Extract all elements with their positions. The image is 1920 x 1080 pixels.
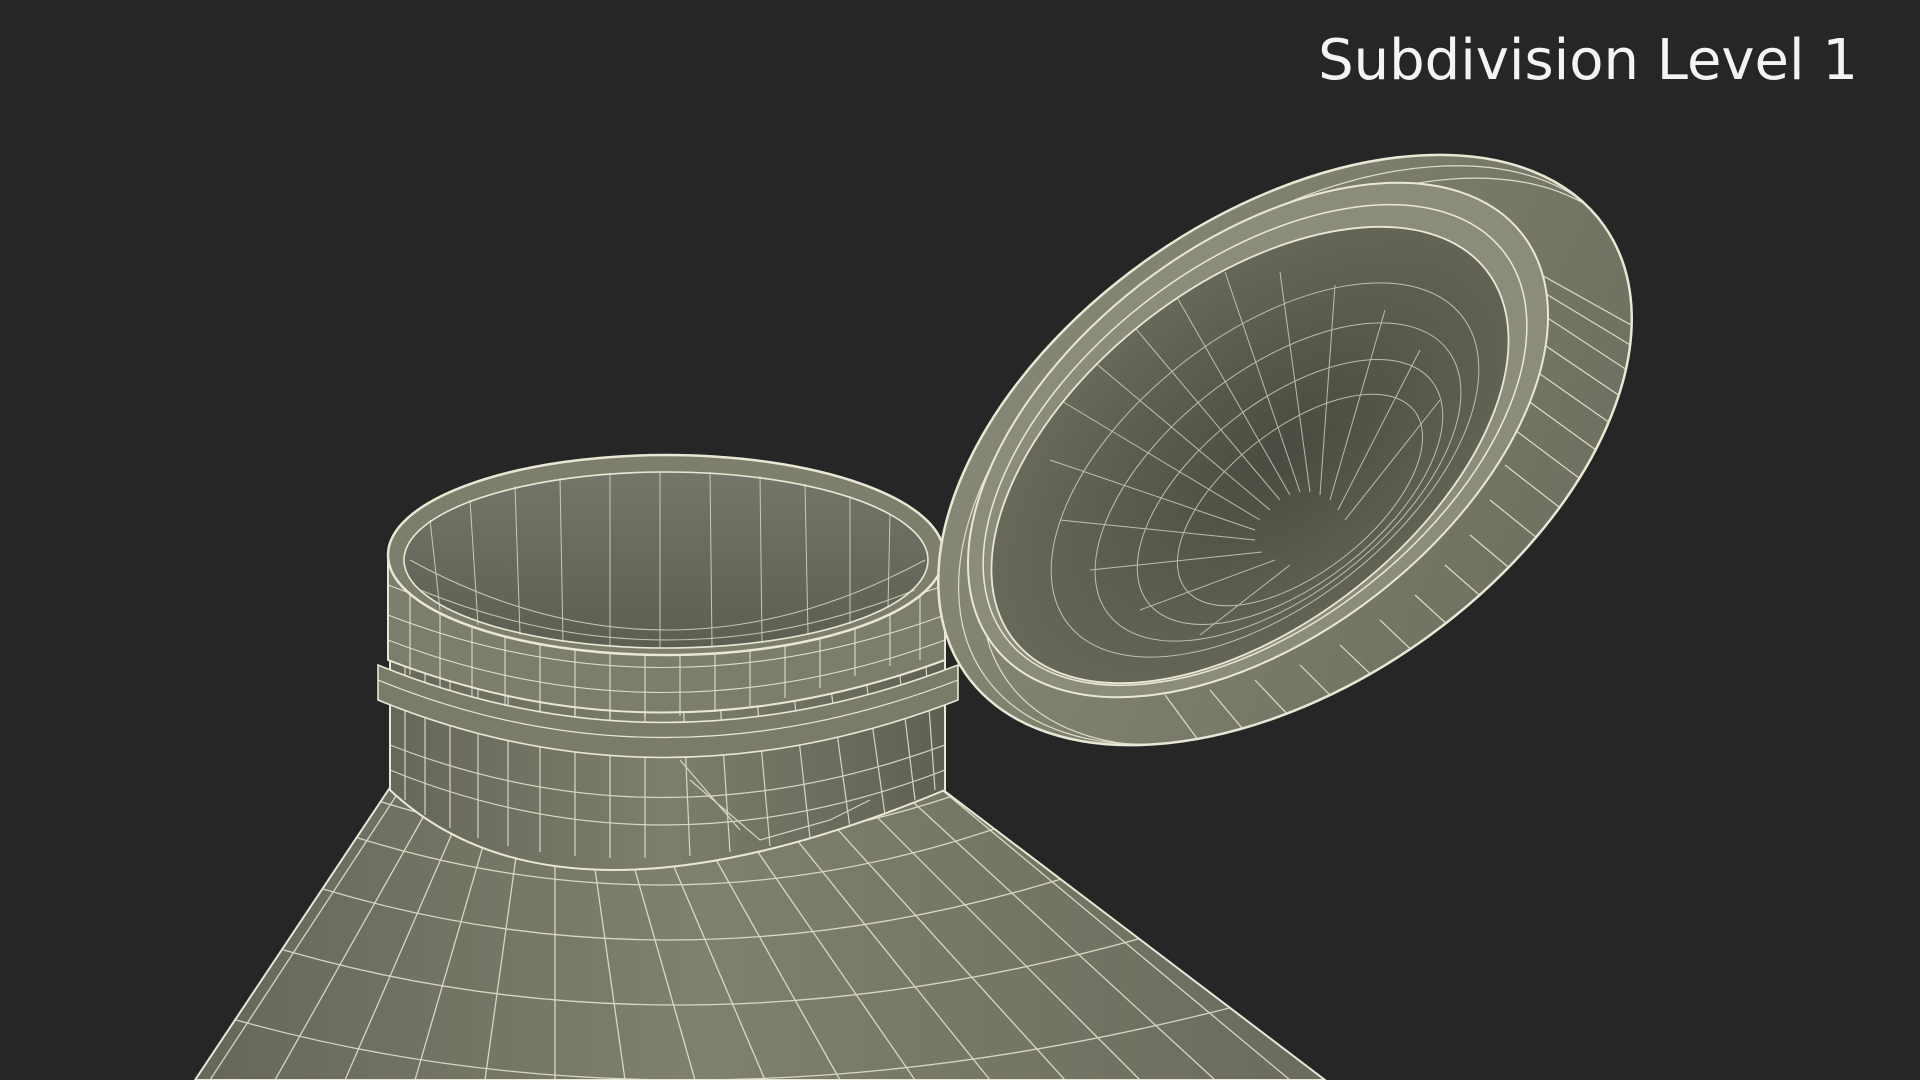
subdivision-level-label: Subdivision Level 1 bbox=[1318, 28, 1858, 93]
wireframe-render bbox=[193, 153, 1671, 1080]
bottle-cap bbox=[937, 153, 1671, 791]
render-viewport: Subdivision Level 1 bbox=[0, 0, 1920, 1080]
